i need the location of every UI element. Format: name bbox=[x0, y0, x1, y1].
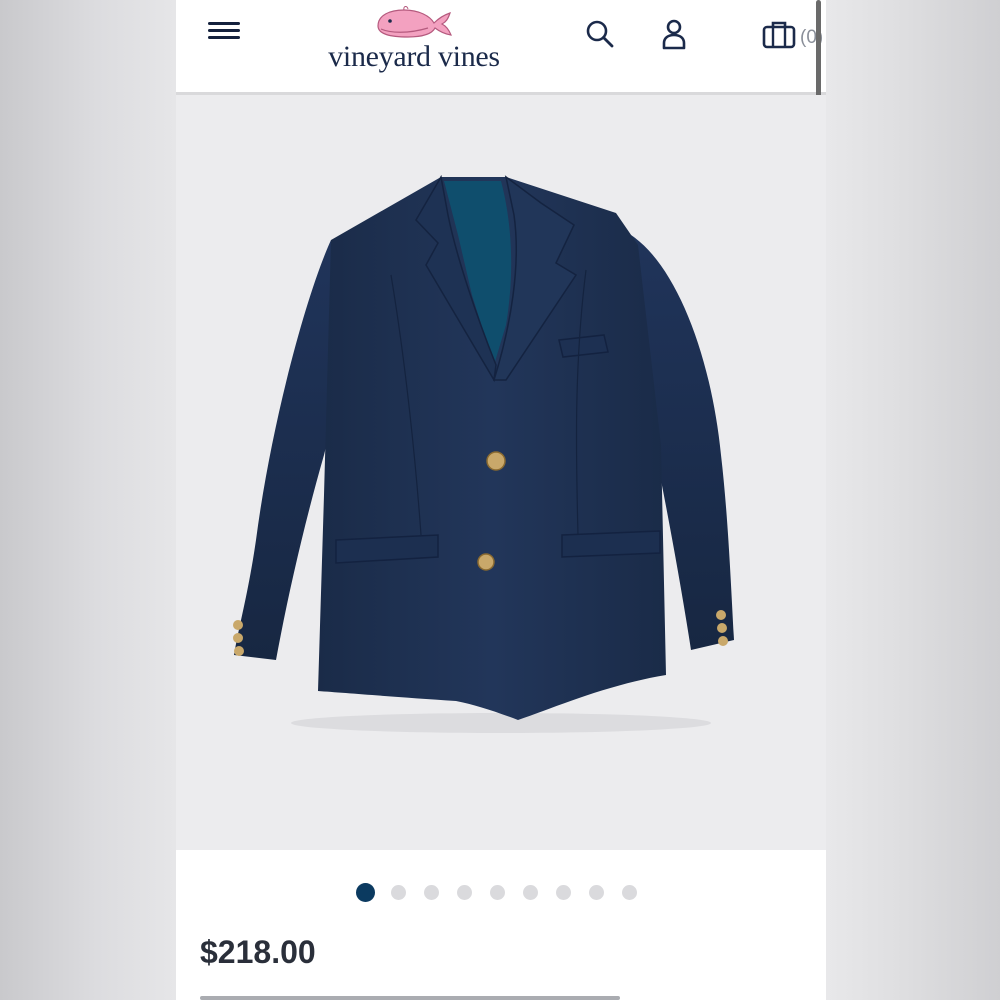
carousel-dot[interactable] bbox=[556, 885, 571, 900]
image-carousel-dots bbox=[176, 882, 826, 902]
brand-logo[interactable]: vineyard vines bbox=[304, 4, 524, 76]
product-image[interactable] bbox=[176, 95, 826, 850]
account-button[interactable] bbox=[660, 18, 688, 57]
product-price: $218.00 bbox=[200, 934, 316, 970]
background-left bbox=[0, 0, 176, 1000]
hamburger-menu-icon-bar bbox=[208, 29, 240, 32]
hamburger-menu-icon-bar bbox=[208, 36, 240, 39]
carousel-dot[interactable] bbox=[424, 885, 439, 900]
hamburger-menu-icon bbox=[208, 22, 240, 25]
carousel-dot[interactable] bbox=[622, 885, 637, 900]
search-icon bbox=[586, 20, 614, 48]
mobile-page: vineyard vines (0) $218.00 bbox=[176, 0, 826, 1000]
carousel-dot[interactable] bbox=[490, 885, 505, 900]
carousel-dot[interactable] bbox=[391, 885, 406, 900]
brand-wordmark: vineyard vines bbox=[328, 40, 500, 73]
navy-blazer-image bbox=[233, 174, 734, 733]
carousel-dot[interactable] bbox=[523, 885, 538, 900]
carousel-dot[interactable] bbox=[589, 885, 604, 900]
carousel-dot[interactable] bbox=[457, 885, 472, 900]
shopping-bag-button[interactable] bbox=[762, 20, 796, 55]
carousel-dot[interactable] bbox=[356, 883, 375, 902]
search-button[interactable] bbox=[584, 18, 616, 55]
background-right bbox=[826, 0, 1000, 1000]
site-header: vineyard vines (0) bbox=[176, 0, 826, 95]
user-icon bbox=[662, 19, 686, 50]
whale-logo-icon bbox=[377, 6, 452, 38]
shopping-bag-icon bbox=[762, 21, 796, 49]
cut-off-text-line bbox=[200, 990, 620, 1000]
menu-button[interactable] bbox=[208, 20, 242, 42]
